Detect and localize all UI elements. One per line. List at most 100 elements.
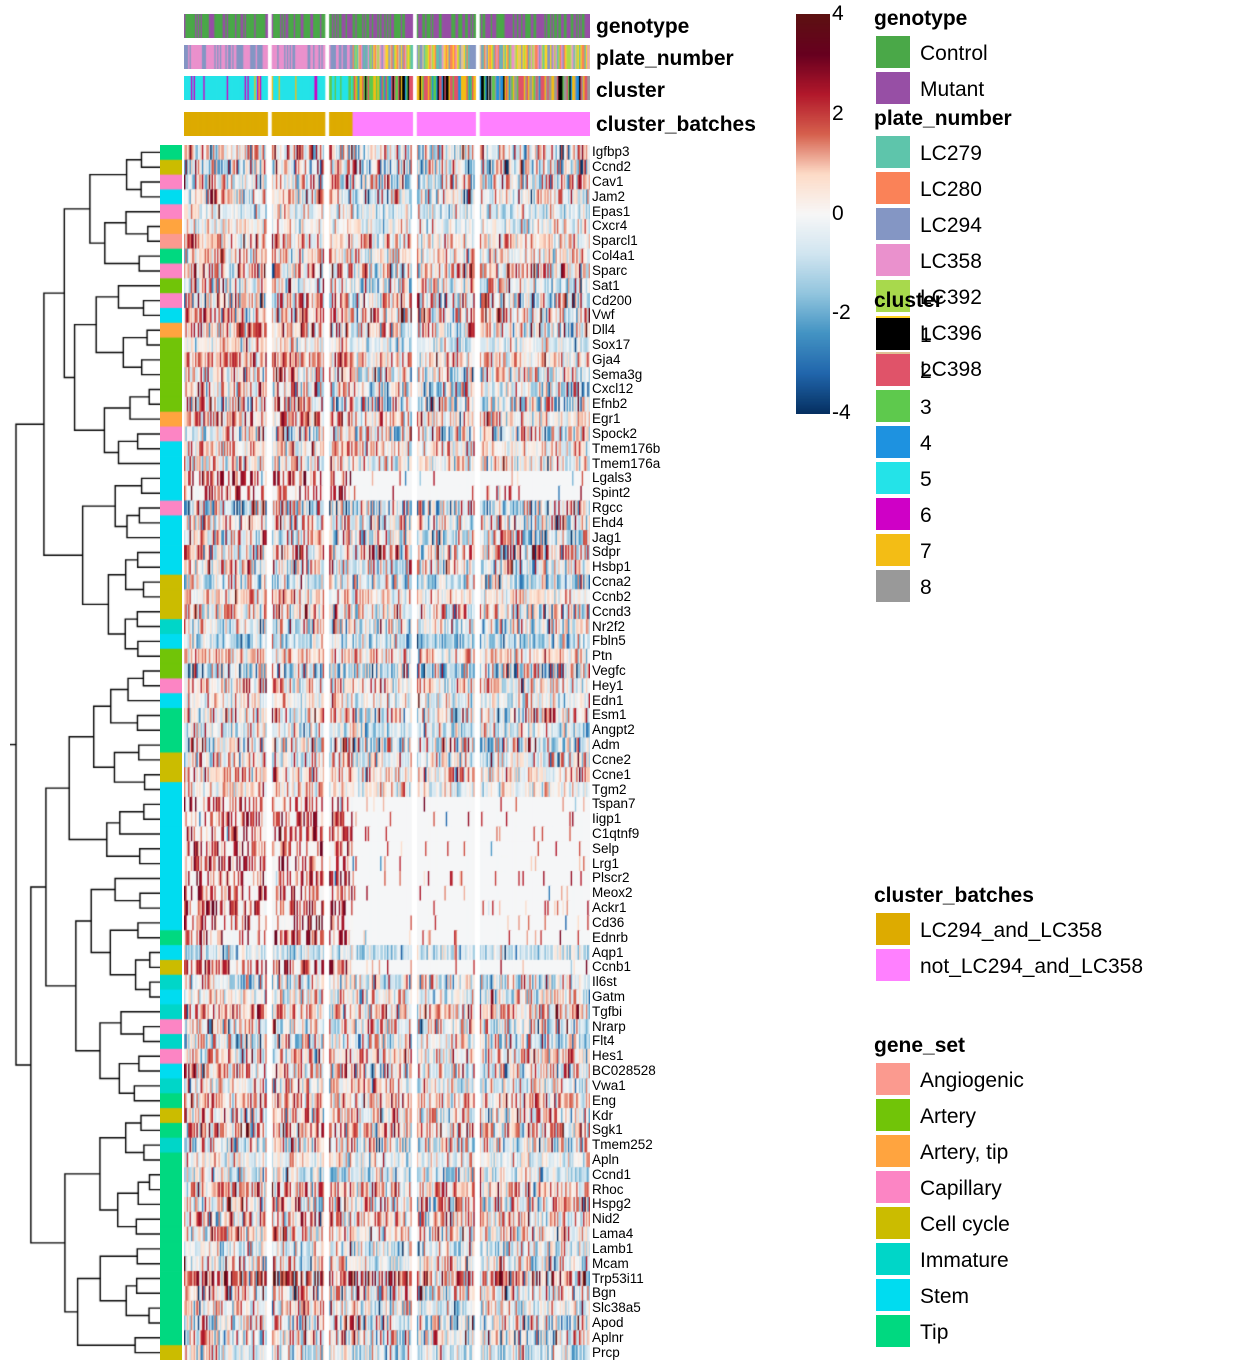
row-label: Dll4 xyxy=(592,322,616,338)
legend-swatch xyxy=(876,949,910,981)
row-label: Bgn xyxy=(592,1285,617,1301)
legend-swatch xyxy=(876,1171,910,1203)
row-label: Prcp xyxy=(592,1344,620,1360)
row-label: Gja4 xyxy=(592,351,621,367)
legend-label: not_LC294_and_LC358 xyxy=(920,955,1144,978)
legend-swatch xyxy=(876,462,910,494)
row-label: Iigp1 xyxy=(592,811,622,827)
legend-label: LC279 xyxy=(920,142,982,165)
row-label: Edn1 xyxy=(592,692,624,708)
row-label: Lrg1 xyxy=(592,855,620,871)
row-label: Egr1 xyxy=(592,411,621,427)
row-label: Cd200 xyxy=(592,292,632,308)
row-label: Sparc xyxy=(592,262,628,278)
row-label: Sgk1 xyxy=(592,1122,623,1138)
cluster-annotation-track xyxy=(184,76,590,100)
legend-label: Mutant xyxy=(920,78,985,101)
legend-swatch xyxy=(876,1279,910,1311)
legend-swatch xyxy=(876,426,910,458)
row-label: Spint2 xyxy=(592,485,631,501)
legend-swatch xyxy=(876,1207,910,1239)
legend-swatch xyxy=(876,1243,910,1275)
row-label: Sparcl1 xyxy=(592,233,638,249)
annotation-label-genotype: genotype xyxy=(596,15,690,38)
row-label: Kdr xyxy=(592,1107,614,1123)
row-label: Lama4 xyxy=(592,1226,634,1242)
row-label: Col4a1 xyxy=(592,248,635,264)
row-label: Sema3g xyxy=(592,366,643,382)
row-label: Ehd4 xyxy=(592,514,624,530)
row-label: Vegfc xyxy=(592,663,626,678)
row-label: Tmem252 xyxy=(592,1137,653,1153)
row-label: Slc38a5 xyxy=(592,1300,641,1316)
legend-swatch xyxy=(876,1099,910,1131)
colorbar-tick: -4 xyxy=(832,401,851,424)
row-label: Sdpr xyxy=(592,544,621,560)
legend-swatch xyxy=(876,72,910,104)
row-label: Ackr1 xyxy=(592,900,627,916)
legend-label: 4 xyxy=(920,432,932,455)
row-label: Rhoc xyxy=(592,1181,624,1197)
row-label: Plscr2 xyxy=(592,870,630,886)
legend-swatch xyxy=(876,913,910,945)
row-label: Flt4 xyxy=(592,1033,615,1049)
row-label: Nrarp xyxy=(592,1018,626,1034)
row-label: Ccne1 xyxy=(592,766,632,782)
row-label: Ccnd3 xyxy=(592,603,632,619)
row-label: Meox2 xyxy=(592,885,633,901)
row-label: Il6st xyxy=(592,974,617,990)
legend-label: 7 xyxy=(920,540,932,563)
annotation-label-cluster-batches: cluster_batches xyxy=(596,113,756,136)
row-label: Lgals3 xyxy=(592,470,632,486)
legend-title: plate_number xyxy=(874,107,1012,130)
legend-swatch xyxy=(876,390,910,422)
legend-title: gene_set xyxy=(874,1034,966,1057)
row-label: Aplnr xyxy=(592,1329,624,1345)
legend-swatch xyxy=(876,136,910,168)
row-label: Tgm2 xyxy=(592,781,627,797)
row-label: Vwa1 xyxy=(592,1077,626,1093)
legend-label: LC358 xyxy=(920,250,982,273)
row-label: Selp xyxy=(592,840,620,856)
row-label: Ednrb xyxy=(592,929,629,945)
row-label: Ccna2 xyxy=(592,574,632,590)
annotation-label-plate-number: plate_number xyxy=(596,47,734,70)
legend-label: 8 xyxy=(920,576,932,599)
row-label: Cd36 xyxy=(592,914,625,930)
legend-label: 1 xyxy=(920,324,932,347)
legend-title: cluster xyxy=(874,289,943,312)
legend-label: 5 xyxy=(920,468,932,491)
legend-swatch xyxy=(876,1315,910,1347)
legend-swatch xyxy=(876,172,910,204)
row-label: Hes1 xyxy=(592,1048,624,1064)
legend-label: Immature xyxy=(920,1249,1009,1272)
row-label: Efnb2 xyxy=(592,396,628,412)
row-label: Ptn xyxy=(592,648,613,664)
legend-label: 3 xyxy=(920,396,932,419)
row-label: Ccnd2 xyxy=(592,159,632,175)
row-label: Epas1 xyxy=(592,203,631,219)
annotation-label-cluster: cluster xyxy=(596,79,665,102)
genotype-annotation-track xyxy=(184,14,590,38)
legend-swatch xyxy=(876,354,910,386)
legend-swatch xyxy=(876,570,910,602)
row-label: Tspan7 xyxy=(592,796,636,812)
row-label: Ccne2 xyxy=(592,751,632,767)
row-label: Gatm xyxy=(592,988,626,1004)
colorbar-tick: 2 xyxy=(832,101,844,125)
legend-swatch xyxy=(876,1135,910,1167)
row-label: Fbln5 xyxy=(592,633,626,649)
row-label: Angpt2 xyxy=(592,722,635,738)
row-label: Cxcl12 xyxy=(592,381,634,397)
row-label: Ccnd1 xyxy=(592,1166,632,1182)
row-label: Nr2f2 xyxy=(592,618,626,634)
row-label: Sat1 xyxy=(592,277,620,293)
row-label: Nid2 xyxy=(592,1211,620,1227)
legend-label: Angiogenic xyxy=(920,1069,1024,1092)
legend-label: 6 xyxy=(920,504,932,527)
legend-label: LC294 xyxy=(920,214,982,237)
row-label: Trp53i11 xyxy=(592,1270,644,1286)
row-label: BC028528 xyxy=(592,1063,656,1079)
row-label: Hey1 xyxy=(592,677,624,693)
colorbar-tick: -2 xyxy=(832,301,851,325)
